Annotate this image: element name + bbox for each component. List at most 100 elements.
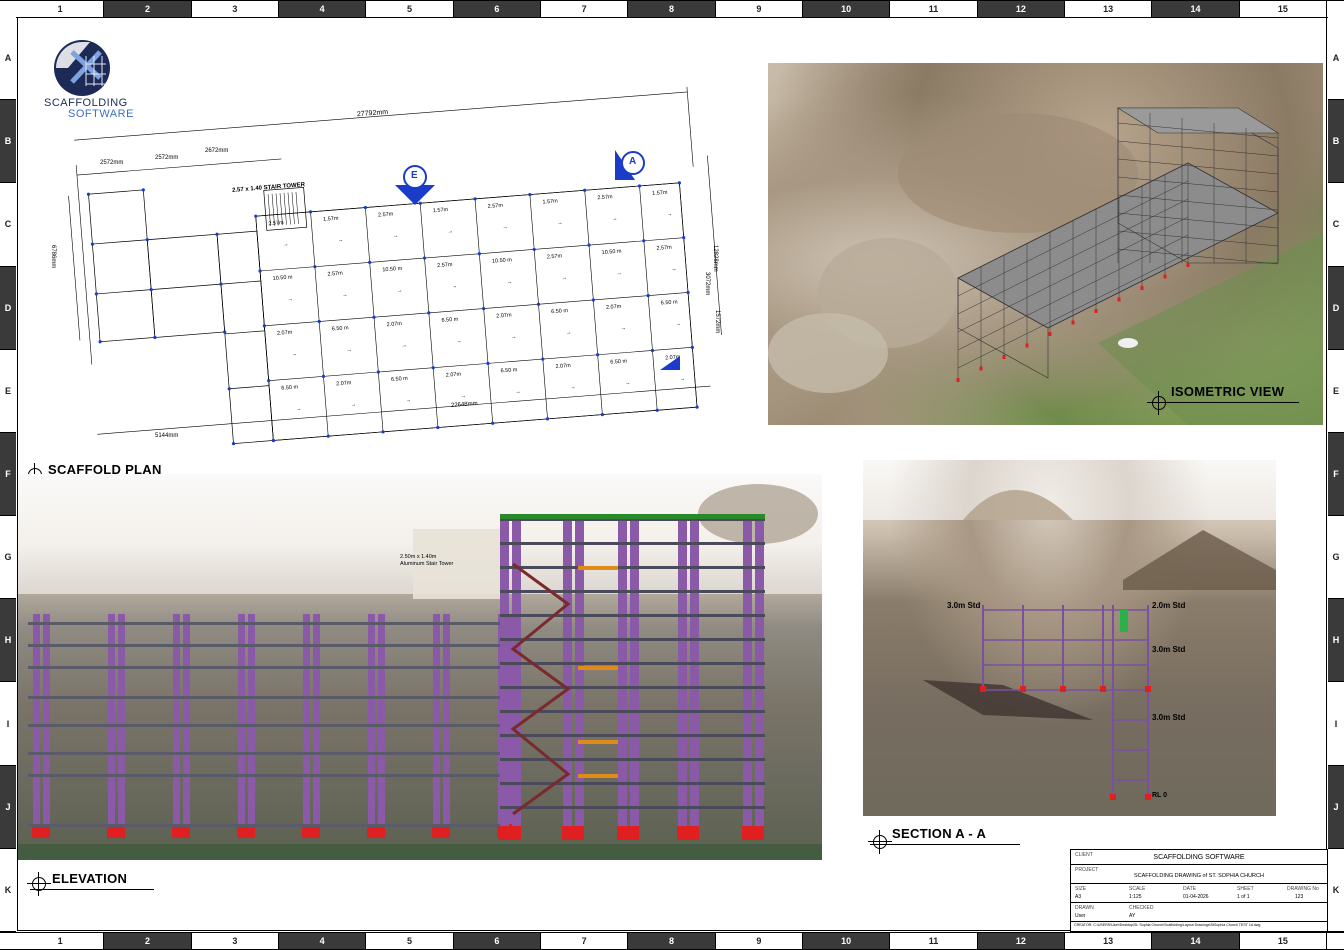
section-std-label-2: 2.0m Std [1152,601,1186,610]
title-underline [870,844,1020,845]
plan-bay-arrow: → [405,398,411,404]
row-ruler-cell: K [1328,848,1344,932]
plan-bay-label: 2.57m [378,211,394,218]
plan-bay-arrow: → [616,271,622,277]
elevation-scaffold-svg [18,474,822,860]
row-ruler-cell: D [1328,266,1344,350]
column-ruler-cell: 5 [366,1,454,17]
row-ruler-cell: K [0,848,16,932]
column-ruler-cell: 6 [453,1,541,17]
plan-bay-arrow: → [612,216,618,222]
plan-bay-label: 2.57m [437,262,453,269]
date-value: 01-04-2026 [1183,894,1209,900]
column-ruler-cell: 2 [104,1,192,17]
plan-bay-label: 6.50 m [551,308,569,315]
scale-header: SCALE [1129,886,1146,892]
column-ruler-cell: 11 [890,1,978,17]
plan-bay-label: 10.50 m [272,274,293,282]
column-ruler-cell: 2 [104,933,192,949]
plan-dim-top-3: 2672mm [205,148,229,154]
section-crosshair-icon [868,830,892,854]
section-title-text: SECTION A - A [892,826,987,841]
column-ruler-cell: 8 [628,1,716,17]
isometric-scaffold-svg [768,107,1323,425]
plan-bay-arrow: → [338,237,344,243]
column-ruler-cell: 14 [1152,1,1240,17]
row-ruler-left: ABCDEFGHIJK [0,17,16,932]
elevation-stair-note: 2.50m x 1.40m Aluminum Stair Tower [400,554,453,568]
section-std-label-4: 3.0m Std [1152,713,1186,722]
column-ruler-cell: 4 [279,1,367,17]
row-ruler-cell: H [0,599,16,683]
column-ruler-cell: 9 [715,933,803,949]
plan-bay-label: 2.07m [606,304,622,311]
plan-bay-label: 1.57m [433,207,449,214]
plan-bay-label: 2.57m [268,220,284,227]
row-ruler-cell: A [1328,17,1344,101]
plan-bay-label: 2.07m [336,380,352,387]
plan-bay-label: 6.50 m [391,376,409,383]
isometric-view-crosshair-icon [1147,391,1171,415]
plan-bay-arrow: → [566,330,572,336]
size-value: A3 [1075,894,1082,900]
plan-bay-label: 2.57m [487,203,503,210]
isometric-view-image [768,63,1323,425]
row-ruler-cell: D [0,266,16,350]
row-ruler-cell: A [0,17,16,101]
plan-bay-arrow: → [502,224,508,230]
title-block-client-row: CLIENT SCAFFOLDING SOFTWARE [1071,850,1327,865]
sheet-value: 1 of 1 [1237,894,1250,900]
drawing-no-header: DRAWING No [1287,886,1319,892]
row-ruler-cell: F [0,432,16,517]
column-ruler-cell: 13 [1065,1,1153,17]
file-path-text: CREATOR: C:\USERS\User\Desktop\St. Sophi… [1074,923,1261,927]
plan-bay-arrow: → [342,292,348,298]
drawing-no-value: 123 [1295,894,1304,900]
elevation-title-text: ELEVATION [52,871,128,886]
plan-dim-top-2: 2572mm [155,155,179,161]
section-marker-e-letter: E [411,170,418,181]
plan-dim-right-2: 3072mm [704,272,710,296]
project-value: SCAFFOLDING DRAWING of ST. SOPHIA CHURCH [1134,873,1264,879]
plan-bay-label: 6.50 m [661,299,679,306]
plan-bay-label: 10.50 m [382,266,403,274]
drawn-value: User [1075,913,1086,919]
isometric-view-title: ISOMETRIC VIEW [1149,384,1299,403]
section-view-image [863,460,1276,816]
drawn-header: DRAWN [1075,905,1094,911]
plan-bay-label: 6.50 m [441,317,459,324]
row-ruler-right: ABCDEFGHIJK [1328,17,1344,932]
isometric-view-title-text: ISOMETRIC VIEW [1171,384,1285,399]
row-ruler-cell: B [1328,100,1344,184]
plan-dim-right-3: 1572mm [714,310,720,334]
column-ruler-cell: 10 [803,1,891,17]
column-ruler-cell: 8 [628,933,716,949]
plan-bay-arrow: → [557,220,563,226]
title-block-drawn-row: DRAWN User CHECKED AY [1071,903,1327,922]
row-ruler-cell: E [0,349,16,433]
title-block-project-row: PROJECT SCAFFOLDING DRAWING of ST. SOPHI… [1071,865,1327,884]
elevation-title: ELEVATION [30,871,154,890]
row-ruler-cell: B [0,100,16,184]
plan-bay-arrow: → [620,325,626,331]
plan-bay-arrow: → [456,338,462,344]
plan-bay-label: 10.50 m [601,249,622,257]
section-std-label-1: 3.0m Std [947,601,981,610]
plan-dim-bottom-left: 5144mm [155,433,179,439]
column-ruler-cell: 15 [1239,933,1327,949]
column-ruler-cell: 7 [541,933,629,949]
section-marker-a-letter: A [629,156,637,167]
column-ruler-cell: 9 [715,1,803,17]
plan-bay-label: 1.57m [542,198,558,205]
stair-note-size: 2.50m x 1.40m [400,554,437,560]
column-ruler-cell: 5 [366,933,454,949]
plan-bay-arrow: → [511,334,517,340]
plan-bay-label: 2.57m [547,253,563,260]
plan-dim-right-1: 12828mm [712,245,718,272]
plan-bay-arrow: → [296,406,302,412]
row-ruler-cell: E [1328,349,1344,433]
plan-bay-arrow: → [671,266,677,272]
elevation-crosshair-icon [27,872,51,896]
plan-bay-arrow: → [460,393,466,399]
column-ruler-bottom: 1 2 3 4 5 6 7 8 9 10 11 12 13 14 15 [0,932,1344,950]
